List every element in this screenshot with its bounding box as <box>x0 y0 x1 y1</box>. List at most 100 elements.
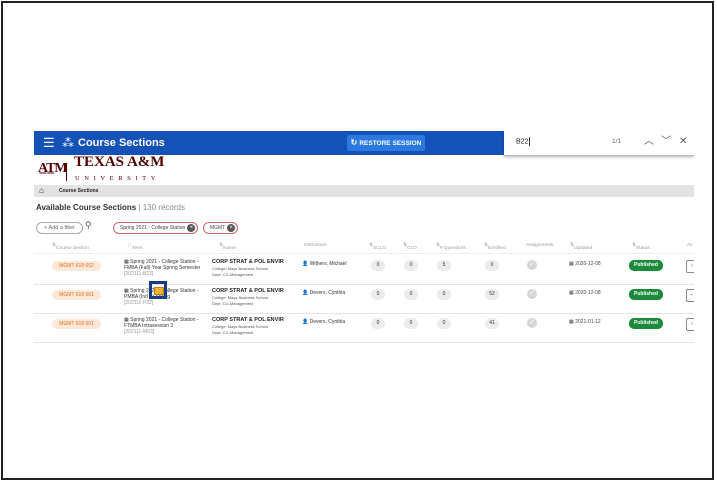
column-assignments: Assignments <box>526 243 554 248</box>
course-section-badge[interactable]: MGMT 618 661 <box>52 290 101 300</box>
column-actions: Ac <box>687 243 693 248</box>
name-cell: CORP STRAT & POL ENVIR College: Mays Bus… <box>212 288 307 306</box>
column-term[interactable]: ↓↑ Term <box>127 243 142 251</box>
app-window: ☰ ⁂ Course Sections ↻ RESTORE SESSION B22… <box>34 131 694 347</box>
restore-session-label: RESTORE SESSION <box>359 140 422 147</box>
questions-count: 0 <box>437 289 451 300</box>
instructor-name: Devers, Cynthia <box>309 290 346 296</box>
page-title: Available Course Sections | 130 records <box>36 203 185 212</box>
find-query: B22 <box>516 138 529 146</box>
updated-cell: ▦ 2021-01-12 <box>569 319 601 325</box>
questions-count: 0 <box>437 318 451 329</box>
remove-filter-icon[interactable]: × <box>187 224 196 232</box>
updated-cell: ▦ 2020-12-08 <box>569 290 601 296</box>
filter-chip-subject-label: MGMT <box>210 225 226 231</box>
remove-filter-icon[interactable]: × <box>227 224 236 232</box>
clo-count: 0 <box>404 260 418 271</box>
updated-cell: ▦ 2020-12-08 <box>569 261 601 267</box>
sclo-count: 0 <box>371 260 385 271</box>
breadcrumb-course-sections[interactable]: Course Sections <box>59 185 98 197</box>
instructor-cell: 👤 Devers, Cynthia <box>302 290 345 296</box>
row-action-button[interactable]: ‹ <box>686 260 694 273</box>
column-sclo[interactable]: ⇅ SCLO <box>369 243 386 251</box>
search-icon[interactable]: ⚲ <box>85 220 92 231</box>
enrolled-count: 41 <box>485 318 499 329</box>
updated-date: 2020-12-08 <box>575 261 601 267</box>
column-updated[interactable]: ⇅ Updated <box>570 243 592 251</box>
find-close-icon[interactable]: ✕ <box>679 135 687 149</box>
page-title-text: Available Course Sections <box>36 203 137 212</box>
assignments-check-icon: ✓ <box>527 289 537 299</box>
column-questions[interactable]: ⇅ # Questions <box>436 243 466 251</box>
questions-count: 5 <box>437 260 451 271</box>
instructor-name: Devers, Cynthia <box>309 319 346 325</box>
column-clo[interactable]: ⇅ CLO <box>403 243 417 251</box>
course-dept: Dept: CG-Management <box>212 329 254 335</box>
person-icon: 👤 <box>302 290 310 296</box>
column-instructors: Instructors <box>304 243 327 248</box>
term-code: [202111-B22] <box>124 271 154 277</box>
find-match-count: 1/1 <box>612 138 622 145</box>
term-code: [202111-P22] <box>124 300 154 306</box>
home-icon[interactable]: ⌂ <box>39 185 44 197</box>
university-name: TEXAS A&M <box>74 154 165 170</box>
table-row: MGMT 618 601 ▦ Spring 2021 - College Sta… <box>34 314 694 343</box>
filter-chip-term[interactable]: Spring 2021 - College Station × <box>113 222 199 234</box>
record-count: 130 records <box>142 203 185 212</box>
course-dept: Dept: CG-Management <box>212 271 254 277</box>
term-cell: ▦ Spring 2021 - College Station - FMBA (… <box>124 259 204 277</box>
row-action-button[interactable]: ‹ <box>686 289 694 302</box>
find-next-icon[interactable]: ﹀ <box>661 135 671 149</box>
enrolled-count: 52 <box>485 289 499 300</box>
restore-session-button[interactable]: ↻ RESTORE SESSION <box>347 135 425 151</box>
instructor-name: Withers, Michael <box>309 261 347 267</box>
updated-date: 2020-12-08 <box>575 290 601 296</box>
column-course-section[interactable]: ⇅ Course Section <box>52 243 89 251</box>
clo-count: 0 <box>404 289 418 300</box>
top-app-bar: ☰ ⁂ Course Sections ↻ RESTORE SESSION B22… <box>34 131 694 156</box>
filter-chip-subject[interactable]: MGMT × <box>203 222 239 234</box>
logo-divider <box>66 163 67 181</box>
find-previous-icon[interactable]: ︿ <box>644 135 654 149</box>
filter-chip-term-label: Spring 2021 - College Station <box>120 225 186 231</box>
instructor-cell: 👤 Withers, Michael <box>302 261 347 267</box>
updated-date: 2021-01-12 <box>575 319 601 325</box>
name-cell: CORP STRAT & POL ENVIR College: Mays Bus… <box>212 317 307 335</box>
hierarchy-icon: ⁂ <box>62 136 74 150</box>
clo-count: 0 <box>404 318 418 329</box>
course-name[interactable]: CORP STRAT & POL ENVIR <box>212 317 307 324</box>
hamburger-icon[interactable]: ☰ <box>43 136 55 150</box>
add-filter-button[interactable]: + Add a filter <box>36 222 83 234</box>
column-status[interactable]: ⇅ Status <box>632 243 650 251</box>
term-code: [202111-M03] <box>124 329 155 335</box>
course-name[interactable]: CORP STRAT & POL ENVIR <box>212 288 307 295</box>
course-section-badge[interactable]: MGMT 618 601 <box>52 319 101 329</box>
person-icon: 👤 <box>302 319 310 325</box>
filter-bar: + Add a filter ⚲ Spring 2021 - College S… <box>34 220 694 234</box>
screenshot-frame: ☰ ⁂ Course Sections ↻ RESTORE SESSION B22… <box>1 1 714 480</box>
person-icon: 👤 <box>302 261 310 267</box>
term-cell: ▦ Spring 2021 - College Station - FTMBA … <box>124 317 204 335</box>
column-enrolled[interactable]: ⇅ Enrolled <box>484 243 506 251</box>
table-row: MGMT 618 652 ▦ Spring 2021 - College Sta… <box>34 256 694 285</box>
highlighted-match <box>154 287 164 295</box>
course-section-badge[interactable]: MGMT 618 652 <box>52 261 101 271</box>
university-subtitle: UNIVERSITY <box>75 175 160 182</box>
breadcrumb: ⌂ Course Sections <box>34 185 694 197</box>
atm-logo-mark: A̲T̲M <box>38 161 68 176</box>
refresh-icon: ↻ <box>350 138 358 147</box>
find-match-highlight <box>149 281 167 299</box>
course-name[interactable]: CORP STRAT & POL ENVIR <box>212 259 307 266</box>
app-title: Course Sections <box>78 137 165 149</box>
instructor-cell: 👤 Devers, Cynthia <box>302 319 345 325</box>
find-input[interactable]: B22 <box>516 137 531 146</box>
find-in-page-bar: B22 1/1 ︿ ﹀ ✕ <box>504 131 694 156</box>
column-name[interactable]: ⇅ Name <box>219 243 236 251</box>
row-action-button[interactable]: ‹ <box>686 318 694 331</box>
course-dept: Dept: CG-Management <box>212 300 254 306</box>
status-badge: Published <box>629 260 663 271</box>
status-badge: Published <box>629 289 663 300</box>
sclo-count: 0 <box>371 289 385 300</box>
assignments-check-icon: ✓ <box>527 318 537 328</box>
enrolled-count: 0 <box>485 260 499 271</box>
